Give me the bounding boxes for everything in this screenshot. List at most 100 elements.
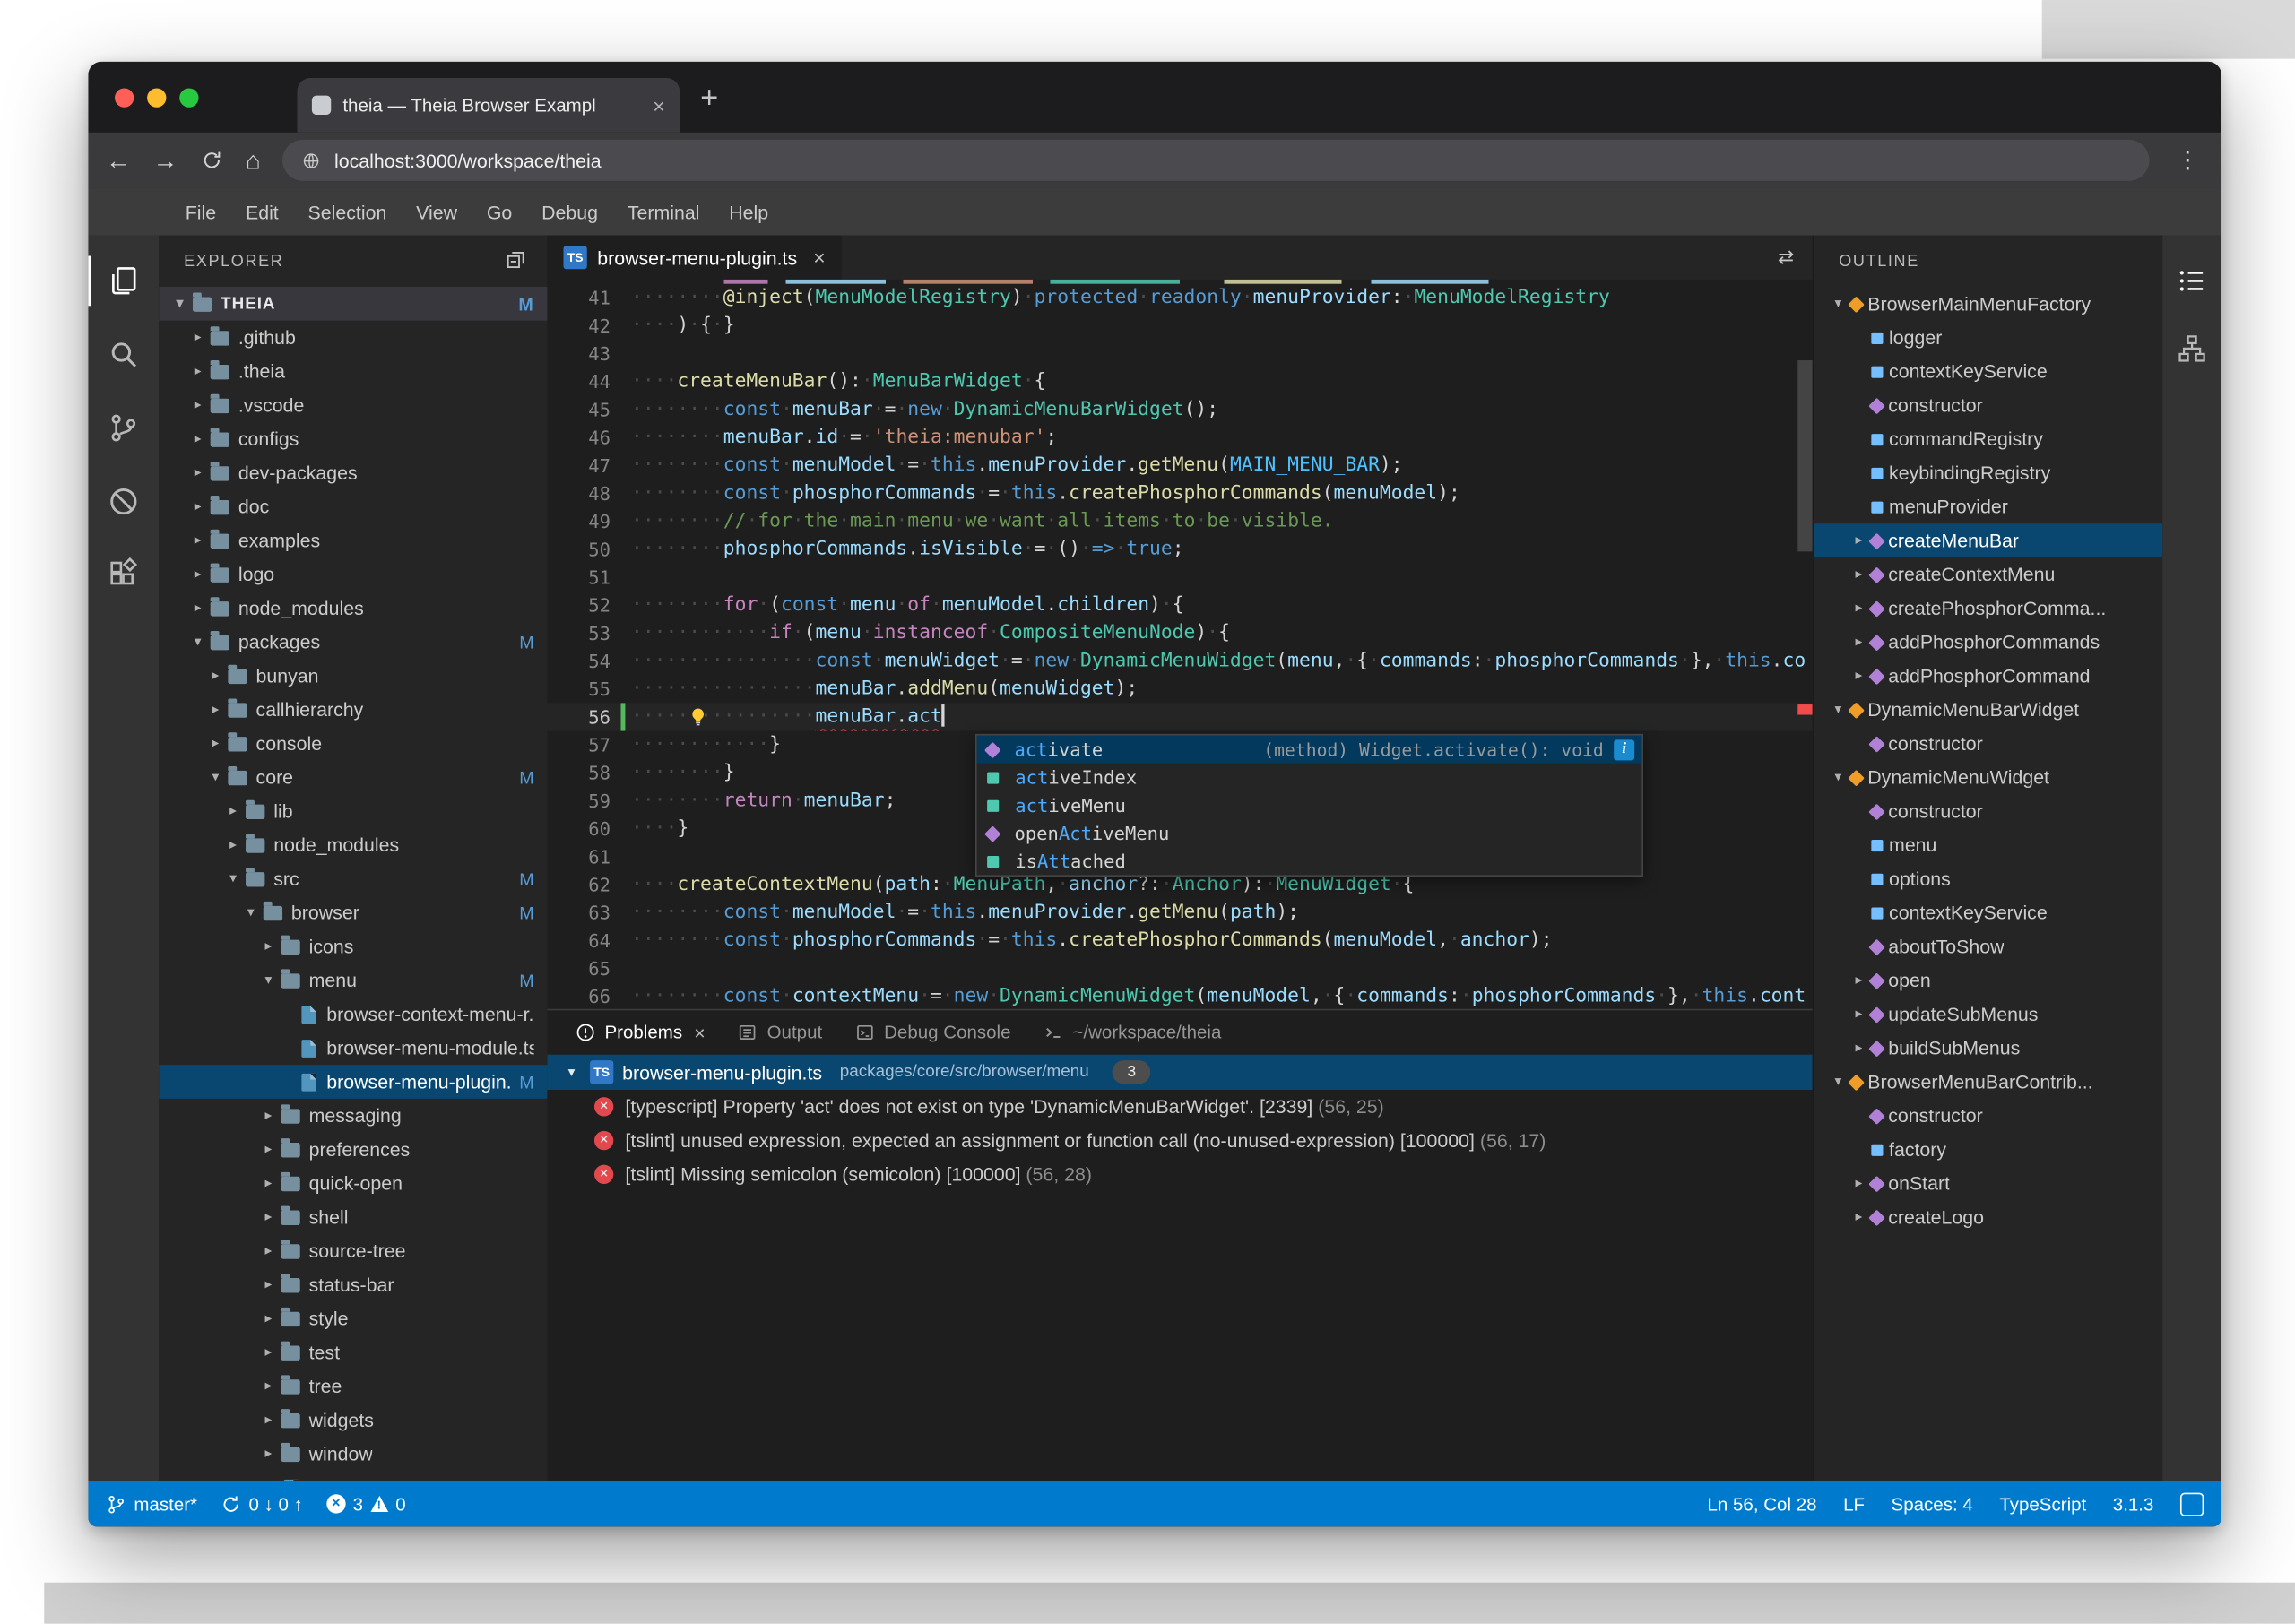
problem-row[interactable]: ×[tslint] Missing semicolon (semicolon) … [547, 1157, 1812, 1191]
outline-item[interactable]: ▸buildSubMenus [1814, 1031, 2162, 1065]
indentation-indicator[interactable]: Spaces: 4 [1892, 1493, 1973, 1514]
tree-item-folder[interactable]: ▾packagesM [159, 625, 547, 659]
outline-item[interactable]: ▸createMenuBar [1814, 523, 2162, 557]
outline-item[interactable]: menuProvider [1814, 489, 2162, 523]
tree-item-folder[interactable]: ▸bunyan [159, 659, 547, 693]
source-control-icon[interactable] [88, 392, 159, 465]
suggest-item[interactable]: activate(method) Widget.activate(): void… [977, 736, 1642, 764]
tree-item-folder[interactable]: ▸node_modules [159, 828, 547, 862]
chevron-down-icon[interactable]: ▾ [170, 296, 189, 312]
outline-item[interactable]: ▸open [1814, 963, 2162, 998]
code-line[interactable]: 41········@inject(MenuModelRegistry)·pro… [547, 284, 1812, 312]
tree-item-folder[interactable]: ▾menuM [159, 963, 547, 998]
tree-item-folder[interactable]: ▸source-tree [159, 1234, 547, 1268]
language-mode[interactable]: TypeScript [1999, 1493, 2086, 1514]
chevron-right-icon[interactable]: ▸ [206, 736, 225, 752]
chevron-right-icon[interactable]: ▸ [1849, 1175, 1868, 1191]
tree-item-file[interactable]: browser-menu-plugin.tsM [159, 1065, 547, 1099]
chevron-right-icon[interactable]: ▸ [188, 566, 207, 583]
outline-item[interactable]: aboutToShow [1814, 929, 2162, 963]
outline-item[interactable]: constructor [1814, 388, 2162, 422]
code-line[interactable]: 55················menuBar.addMenu(menuWi… [547, 675, 1812, 703]
chevron-right-icon[interactable]: ▸ [188, 532, 207, 549]
outline-item[interactable]: ▸createContextMenu [1814, 557, 2162, 592]
panel-tab-terminal[interactable]: ~/workspace/theia [1027, 1010, 1238, 1054]
chevron-right-icon[interactable]: ▸ [1849, 634, 1868, 650]
code-line[interactable]: 66········const·contextMenu·=·new·Dynami… [547, 982, 1812, 1009]
outline-item[interactable]: ▸addPhosphorCommand [1814, 659, 2162, 693]
chevron-right-icon[interactable]: ▸ [1849, 668, 1868, 684]
code-line[interactable]: 56················menuBar.act [547, 703, 1812, 730]
chevron-right-icon[interactable]: ▸ [188, 431, 207, 447]
eol-indicator[interactable]: LF [1843, 1493, 1865, 1514]
tree-item-folder[interactable]: ▸window [159, 1437, 547, 1471]
chevron-right-icon[interactable]: ▸ [206, 702, 225, 718]
chevron-right-icon[interactable]: ▸ [259, 1378, 278, 1395]
outline-item[interactable]: constructor [1814, 794, 2162, 828]
editor-tab[interactable]: TS browser-menu-plugin.ts × [547, 236, 841, 280]
outline-item[interactable]: ▸createLogo [1814, 1200, 2162, 1234]
chevron-right-icon[interactable]: ▸ [1849, 1006, 1868, 1022]
chevron-down-icon[interactable]: ▾ [188, 634, 207, 650]
chevron-right-icon[interactable]: ▸ [1849, 532, 1868, 549]
chevron-right-icon[interactable]: ▸ [259, 1310, 278, 1326]
extensions-icon[interactable] [88, 539, 159, 612]
chevron-right-icon[interactable]: ▸ [1849, 600, 1868, 617]
tree-item-folder[interactable]: ▾browserM [159, 895, 547, 929]
code-line[interactable]: 53············if·(menu·instanceof·Compos… [547, 619, 1812, 647]
tree-item-folder[interactable]: ▸configs [159, 422, 547, 456]
outline-item[interactable]: logger [1814, 321, 2162, 355]
panel-tab-problems[interactable]: Problems× [559, 1010, 722, 1054]
menu-debug[interactable]: Debug [527, 201, 613, 223]
tree-item-folder[interactable]: ▸icons [159, 929, 547, 963]
outline-item[interactable]: menu [1814, 828, 2162, 862]
panel-tab-debug-console[interactable]: Debug Console [838, 1010, 1026, 1054]
close-window-button[interactable] [115, 88, 134, 107]
tree-item-folder[interactable]: ▸widgets [159, 1404, 547, 1438]
chevron-right-icon[interactable]: ▸ [188, 397, 207, 413]
chevron-right-icon[interactable]: ▸ [1849, 1209, 1868, 1225]
tree-item-folder[interactable]: ▸callhierarchy [159, 693, 547, 727]
back-icon[interactable]: ← [106, 148, 131, 173]
typescript-version[interactable]: 3.1.3 [2113, 1493, 2154, 1514]
outline-item[interactable]: constructor [1814, 1099, 2162, 1133]
files-icon[interactable] [88, 244, 159, 317]
problem-row[interactable]: ×[tslint] unused expression, expected an… [547, 1124, 1812, 1158]
chevron-right-icon[interactable]: ▸ [259, 1209, 278, 1225]
tree-item-folder[interactable]: ▸examples [159, 523, 547, 557]
tree-item-folder[interactable]: ▸test [159, 1335, 547, 1369]
tree-item-folder[interactable]: ▸messaging [159, 1099, 547, 1133]
tree-item-folder[interactable]: ▸quick-open [159, 1166, 547, 1200]
tree-item-folder[interactable]: ▸style [159, 1301, 547, 1335]
zoom-window-button[interactable] [179, 88, 198, 107]
suggest-item[interactable]: isAttached [977, 847, 1642, 875]
chevron-right-icon[interactable]: ▸ [1849, 566, 1868, 583]
problem-row[interactable]: ×[typescript] Property 'act' does not ex… [547, 1090, 1812, 1124]
collapse-folders-icon[interactable] [505, 248, 527, 275]
menu-file[interactable]: File [170, 201, 230, 223]
chevron-right-icon[interactable]: ▸ [188, 498, 207, 514]
tree-item-folder[interactable]: ▾THEIAM [159, 287, 547, 321]
outline-item[interactable]: ▾BrowserMenuBarContrib... [1814, 1065, 2162, 1099]
menu-selection[interactable]: Selection [293, 201, 402, 223]
problems-status[interactable]: × 3 0 [326, 1493, 405, 1514]
panel-tab-output[interactable]: Output [722, 1010, 839, 1054]
close-icon[interactable]: × [694, 1022, 705, 1044]
chevron-right-icon[interactable]: ▸ [259, 1276, 278, 1292]
chevron-right-icon[interactable]: ▸ [259, 1175, 278, 1191]
chevron-right-icon[interactable]: ▸ [188, 600, 207, 617]
outline-item[interactable]: ▸onStart [1814, 1166, 2162, 1200]
code-line[interactable]: 49········//·for·the·main·menu·we·want·a… [547, 507, 1812, 535]
chevron-right-icon[interactable]: ▸ [1849, 972, 1868, 989]
tree-item-folder[interactable]: ▸tree [159, 1369, 547, 1404]
chevron-right-icon[interactable]: ▸ [259, 938, 278, 955]
tree-item-folder[interactable]: ▾srcM [159, 862, 547, 896]
no-entry-icon[interactable] [88, 465, 159, 539]
outline-item[interactable]: commandRegistry [1814, 422, 2162, 456]
chevron-down-icon[interactable]: ▾ [259, 972, 278, 989]
suggest-item[interactable]: activeMenu [977, 791, 1642, 819]
tree-item-folder[interactable]: ▸preferences [159, 1133, 547, 1167]
code-line[interactable]: 45········const·menuBar·=·new·DynamicMen… [547, 395, 1812, 423]
search-icon[interactable] [88, 317, 159, 391]
chevron-down-icon[interactable]: ▾ [223, 870, 242, 886]
